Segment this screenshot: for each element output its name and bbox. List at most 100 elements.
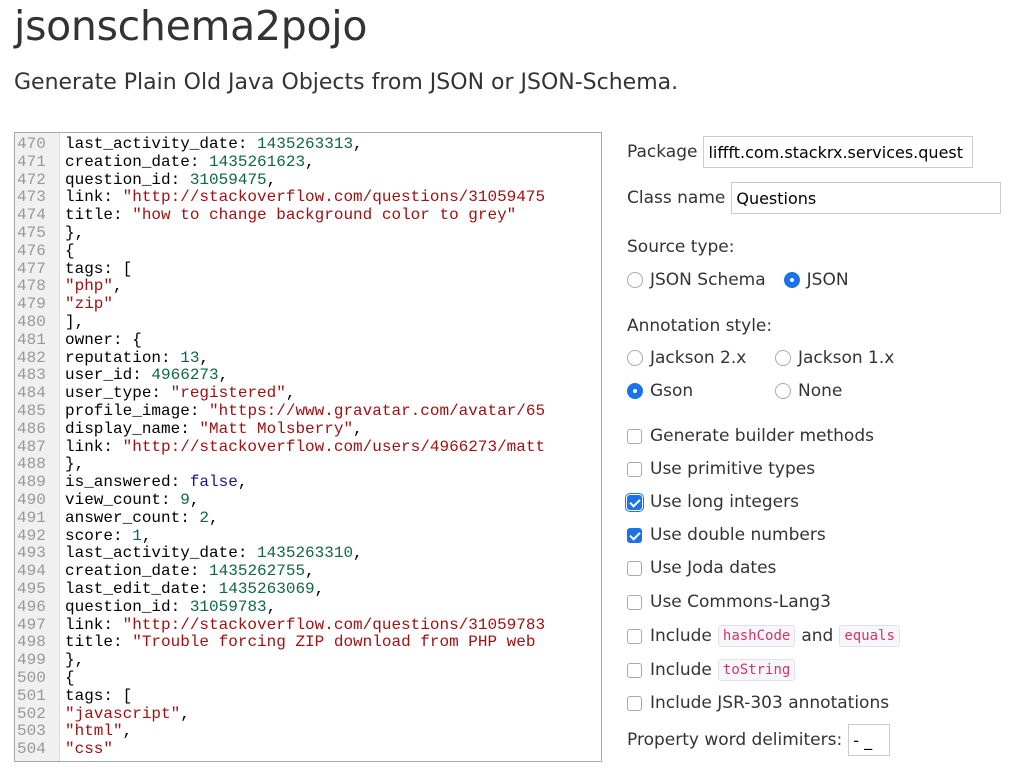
hashcode-code: hashCode [717, 625, 796, 647]
code-line: 503 "html", [15, 722, 601, 741]
code-line: 494 creation_date: 1435262755, [15, 562, 601, 581]
code-line: 501 tags: [ [15, 686, 601, 706]
radio-json-schema-circle[interactable] [627, 272, 643, 288]
delimiters-input[interactable] [848, 724, 891, 756]
primitive-types-checkbox[interactable] [627, 461, 642, 477]
code-line: 488}, [15, 455, 601, 474]
code-token: , [180, 704, 190, 723]
code-line: 474 title: "how to change background colo… [15, 206, 601, 225]
double-numbers-label: Use double numbers [650, 525, 826, 545]
class-name-input[interactable] [731, 182, 1002, 214]
code-text: link: "http://stackoverflow.com/question… [55, 616, 545, 635]
code-text: }, [55, 224, 84, 243]
code-token: title: [65, 206, 133, 225]
json-editor[interactable]: 470 last_activity_date: 1435263313, 471 cre… [14, 132, 602, 762]
code-text: user_id: 4966273, [55, 366, 228, 385]
line-number: 493 [17, 544, 46, 563]
double-numbers-checkbox[interactable] [627, 527, 642, 543]
hashcode-equals-option[interactable]: Include hashCode and equals [627, 625, 906, 647]
line-number: 501 [17, 686, 46, 705]
code-token: 2 [199, 508, 210, 527]
code-text: link: "http://stackoverflow.com/question… [55, 188, 545, 207]
radio-json-schema[interactable]: JSON Schema [627, 270, 766, 290]
code-line: 478 "php", [15, 277, 601, 296]
primitive-types-option[interactable]: Use primitive types [627, 459, 815, 479]
jsr303-checkbox[interactable] [627, 695, 642, 711]
code-text: ], [55, 313, 84, 332]
code-line: 496 question_id: 31059783, [15, 598, 601, 617]
code-text: last_activity_date: 1435263310, [55, 544, 363, 563]
delimiters-row: Property word delimiters: [627, 724, 891, 756]
commons-lang3-option[interactable]: Use Commons-Lang3 [627, 592, 831, 612]
joda-dates-option[interactable]: Use Joda dates [627, 558, 776, 578]
line-number: 474 [17, 206, 46, 225]
hashcode-equals-checkbox[interactable] [627, 628, 642, 644]
code-line: 475}, [15, 224, 601, 243]
line-number: 472 [17, 170, 46, 189]
radio-json-circle[interactable] [783, 272, 800, 288]
code-token: tags: [ [65, 259, 133, 278]
code-text: score: 1, [55, 527, 151, 546]
code-token: question_id: [65, 170, 190, 189]
radio-gson-circle[interactable] [627, 383, 643, 399]
radio-gson-label: Gson [650, 381, 694, 401]
code-lines[interactable]: 470 last_activity_date: 1435263313, 471 cre… [15, 135, 601, 759]
radio-json[interactable]: JSON [783, 270, 849, 290]
code-line: 480], [15, 313, 601, 332]
radio-gson[interactable]: Gson [627, 381, 775, 401]
code-token: , [122, 722, 133, 741]
joda-dates-checkbox[interactable] [627, 560, 642, 576]
line-number: 482 [17, 348, 46, 367]
code-token: 31059475 [189, 170, 267, 189]
package-input[interactable] [703, 136, 974, 168]
tostring-option[interactable]: Include toString [627, 659, 801, 681]
long-integers-checkbox[interactable] [627, 494, 642, 510]
code-token: , [353, 135, 363, 153]
equals-code: equals [839, 625, 900, 647]
builder-methods-option[interactable]: Generate builder methods [627, 426, 874, 446]
line-number: 502 [17, 704, 46, 723]
line-number: 488 [17, 455, 46, 474]
code-line: 473 link: "http://stackoverflow.com/quest… [15, 188, 601, 207]
code-token: , [314, 579, 325, 598]
code-line: 485 profile_image: "https://www.gravatar.… [15, 401, 601, 421]
double-numbers-option[interactable]: Use double numbers [627, 525, 826, 545]
code-text: "zip" [55, 295, 114, 314]
code-text: display_name: "Matt Molsberry", [55, 420, 363, 439]
code-token: 1435261623 [209, 152, 306, 171]
annotation-style-row1: Jackson 2.x Jackson 1.x [627, 348, 894, 368]
radio-none-circle[interactable] [775, 383, 791, 399]
code-token: 9 [180, 490, 190, 509]
code-text: { [55, 242, 75, 261]
code-line: 484 user_type: "registered", [15, 384, 601, 403]
radio-none[interactable]: None [775, 381, 842, 401]
radio-jackson1[interactable]: Jackson 1.x [775, 348, 894, 368]
code-token: "https://www.gravatar.com/avatar/65 [209, 401, 546, 420]
hashcode-equals-conj: and [801, 626, 834, 646]
package-label: Package [627, 142, 698, 162]
source-type-options: JSON Schema JSON [627, 270, 849, 290]
code-token: , [305, 152, 315, 171]
code-text: { [55, 669, 75, 688]
line-number: 471 [17, 152, 46, 171]
code-line: 502 "javascript", [15, 704, 601, 724]
builder-methods-checkbox[interactable] [627, 428, 642, 444]
radio-jackson2[interactable]: Jackson 2.x [627, 348, 775, 368]
code-token: tags: [ [65, 686, 133, 705]
commons-lang3-checkbox[interactable] [627, 594, 642, 610]
line-number: 483 [17, 366, 46, 385]
radio-jackson2-circle[interactable] [627, 350, 643, 366]
radio-jackson1-circle[interactable] [775, 350, 791, 366]
source-type-label: Source type: [627, 237, 735, 257]
radio-json-schema-label: JSON Schema [650, 270, 766, 290]
code-token: "javascript" [65, 704, 181, 723]
jsr303-option[interactable]: Include JSR-303 annotations [627, 693, 889, 713]
package-row: Package [627, 136, 974, 168]
code-line: 481 owner: { [15, 331, 601, 350]
code-token: "zip" [65, 295, 114, 314]
line-number: 503 [17, 722, 46, 741]
tostring-checkbox[interactable] [627, 662, 642, 678]
line-number: 497 [17, 615, 46, 634]
code-token: , [113, 277, 123, 296]
long-integers-option[interactable]: Use long integers [627, 492, 799, 512]
